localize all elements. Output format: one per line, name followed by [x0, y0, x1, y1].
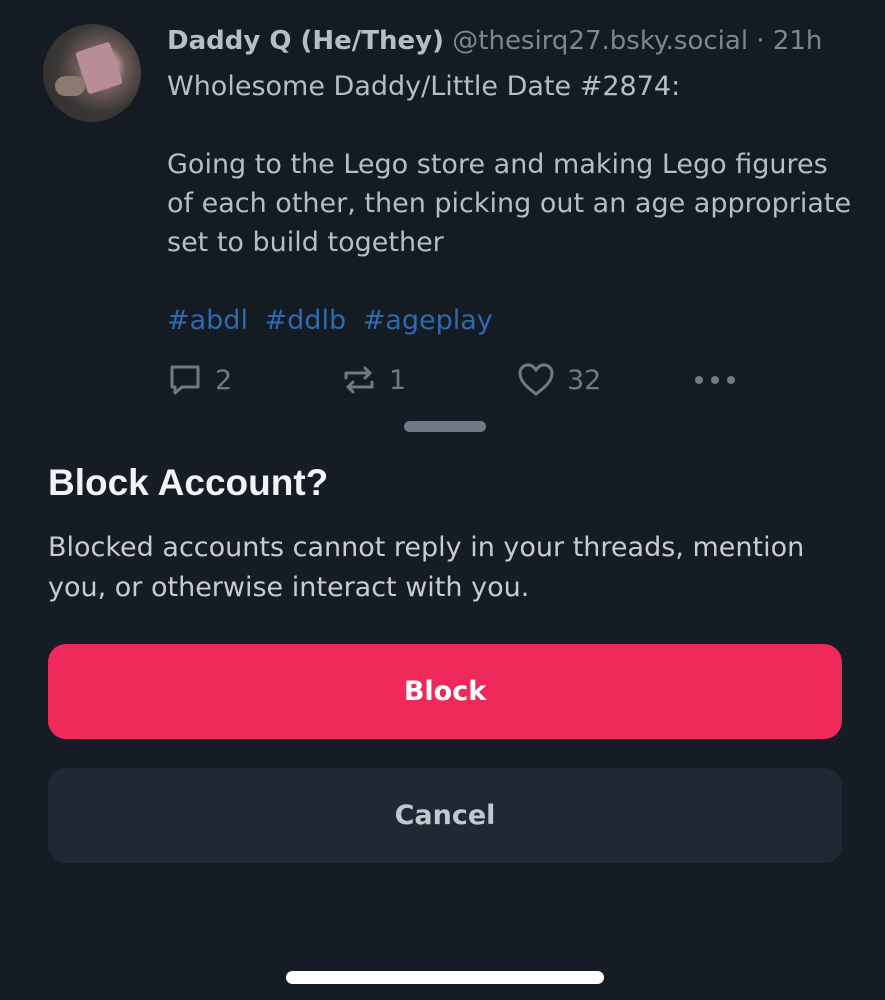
like-button[interactable]: 32	[517, 360, 601, 400]
home-indicator[interactable]	[286, 971, 604, 984]
repost-icon	[341, 362, 377, 398]
post-timestamp[interactable]: 21h	[773, 26, 823, 56]
author-handle[interactable]: @thesirq27.bsky.social	[452, 26, 748, 56]
hashtag-link[interactable]: #ddlb	[265, 305, 347, 336]
repost-button[interactable]: 1	[341, 360, 406, 400]
repost-count: 1	[389, 364, 407, 396]
like-count: 32	[567, 364, 602, 396]
more-dots-icon	[693, 374, 737, 386]
post-text-line-2: Going to the Lego store and making Lego …	[167, 149, 852, 258]
post-text: Wholesome Daddy/Little Date #2874: Going…	[167, 67, 857, 340]
reply-count: 2	[215, 364, 233, 396]
reply-icon	[167, 362, 203, 398]
more-options-button[interactable]	[693, 360, 737, 400]
hashtag-link[interactable]: #ageplay	[363, 305, 493, 336]
header-separator: ·	[756, 26, 765, 56]
post-header: Daddy Q (He/They) @thesirq27.bsky.social…	[167, 23, 822, 59]
post-card[interactable]: Daddy Q (He/They) @thesirq27.bsky.social…	[0, 0, 885, 420]
avatar-photo-hand	[55, 76, 85, 96]
post-text-line-1: Wholesome Daddy/Little Date #2874:	[167, 71, 681, 102]
screen: Daddy Q (He/They) @thesirq27.bsky.social…	[0, 0, 885, 1000]
avatar[interactable]	[43, 24, 141, 122]
sheet-description: Blocked accounts cannot reply in your th…	[48, 532, 805, 603]
hashtag-link[interactable]: #abdl	[167, 305, 248, 336]
sheet-drag-handle[interactable]	[404, 421, 486, 432]
post-actions: 2 1 32	[167, 360, 747, 400]
block-button[interactable]: Block	[48, 644, 842, 739]
block-account-sheet: Block Account? Blocked accounts cannot r…	[0, 398, 885, 1000]
author-name[interactable]: Daddy Q (He/They)	[167, 26, 444, 56]
cancel-button[interactable]: Cancel	[48, 768, 842, 863]
reply-button[interactable]: 2	[167, 360, 232, 400]
post-hashtags: #abdl #ddlb #ageplay	[167, 301, 857, 340]
sheet-title: Block Account?	[48, 462, 329, 503]
heart-icon	[517, 362, 555, 398]
